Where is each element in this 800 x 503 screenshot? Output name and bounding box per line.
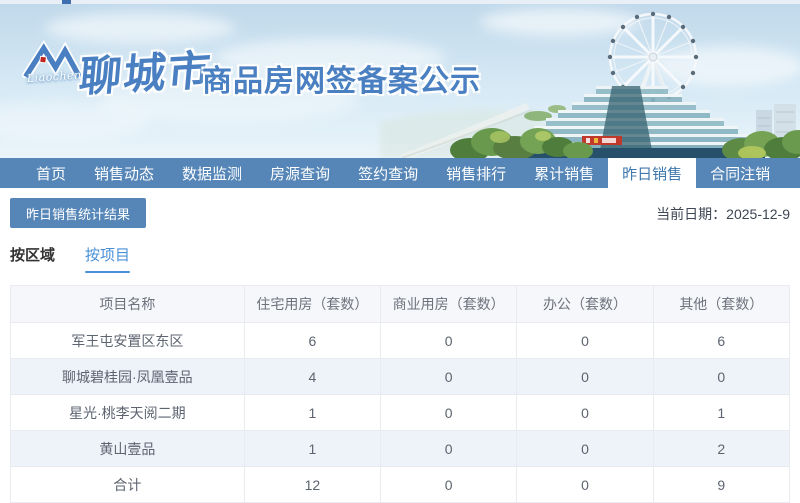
project-name-cell: 军王屯安置区东区	[10, 322, 245, 359]
view-tabs: 按区域 按项目	[0, 244, 800, 273]
other-cell: 0	[652, 358, 791, 395]
site-banner: Liaocheng 聊城市 商品房网签备案公示	[0, 0, 800, 158]
col-header-office: 办公（套数）	[516, 285, 654, 323]
table-header-row: 项目名称 住宅用房（套数） 商业用房（套数） 办公（套数） 其他（套数）	[10, 285, 791, 323]
nav-item-sales-ranking[interactable]: 销售排行	[432, 158, 520, 188]
page-title: 商品房网签备案公示	[202, 65, 481, 98]
nav-item-cumulative-sales[interactable]: 累计销售	[520, 158, 608, 188]
office-cell: 0	[516, 430, 654, 467]
nav-item-data-monitor[interactable]: 数据监测	[168, 158, 256, 188]
top-edge-mark	[62, 0, 71, 4]
current-date-value: 2025-12-9	[726, 206, 790, 222]
commercial-cell: 0	[380, 322, 518, 359]
table-row: 黄山壹品 1 0 0 2	[10, 430, 791, 467]
office-total-cell: 0	[516, 466, 654, 503]
office-cell: 0	[516, 358, 654, 395]
commercial-cell: 0	[380, 394, 518, 431]
current-date: 当前日期：2025-12-9	[656, 204, 790, 224]
nav-item-yesterday-sales[interactable]: 昨日销售	[608, 158, 697, 188]
table-row: 星光·桃李天阅二期 1 0 0 1	[10, 394, 791, 431]
nav-item-contract-search[interactable]: 签约查询	[344, 158, 432, 188]
nav-item-home[interactable]: 首页	[22, 158, 80, 188]
sales-table-container: 项目名称 住宅用房（套数） 商业用房（套数） 办公（套数） 其他（套数） 军王屯…	[10, 285, 791, 503]
yesterday-sales-stats-button[interactable]: 昨日销售统计结果	[10, 198, 147, 228]
residential-cell: 1	[243, 394, 382, 431]
nav-item-listing-search[interactable]: 房源查询	[256, 158, 344, 188]
col-header-project-name: 项目名称	[10, 285, 245, 323]
tab-by-project[interactable]: 按项目	[85, 244, 131, 273]
commercial-cell: 0	[380, 358, 518, 395]
office-cell: 0	[516, 322, 654, 359]
residential-cell: 4	[243, 358, 382, 395]
residential-cell: 1	[243, 430, 382, 467]
table-row: 聊城碧桂园·凤凰壹品 4 0 0 0	[10, 358, 791, 395]
office-cell: 0	[516, 394, 654, 431]
yesterday-sales-table: 项目名称 住宅用房（套数） 商业用房（套数） 办公（套数） 其他（套数） 军王屯…	[10, 285, 791, 503]
nav-item-sales-activity[interactable]: 销售动态	[80, 158, 168, 188]
total-label-cell: 合计	[10, 466, 245, 503]
current-date-label: 当前日期：	[656, 206, 727, 222]
other-cell: 2	[652, 430, 791, 467]
toolbar: 昨日销售统计结果 当前日期：2025-12-9	[0, 188, 800, 228]
residential-total-cell: 12	[243, 466, 382, 503]
commercial-cell: 0	[380, 430, 518, 467]
col-header-other: 其他（套数）	[652, 285, 791, 323]
table-total-row: 合计 12 0 0 9	[10, 466, 791, 503]
project-name-cell: 聊城碧桂园·凤凰壹品	[10, 358, 245, 395]
commercial-total-cell: 0	[380, 466, 518, 503]
other-cell: 6	[652, 322, 791, 359]
table-row: 军王屯安置区东区 6 0 0 6	[10, 322, 791, 359]
project-name-cell: 黄山壹品	[10, 430, 245, 467]
main-nav: 首页 销售动态 数据监测 房源查询 签约查询 销售排行 累计销售 昨日销售 合同…	[0, 158, 800, 188]
col-header-residential: 住宅用房（套数）	[243, 285, 382, 323]
other-cell: 1	[652, 394, 791, 431]
tab-by-region[interactable]: 按区域	[10, 244, 55, 273]
col-header-commercial: 商业用房（套数）	[380, 285, 518, 323]
project-name-cell: 星光·桃李天阅二期	[10, 394, 245, 431]
other-total-cell: 9	[652, 466, 791, 503]
top-edge-strip	[0, 0, 800, 4]
residential-cell: 6	[243, 322, 382, 359]
nav-item-contract-cancel[interactable]: 合同注销	[696, 158, 784, 188]
city-name-calligraphy: 聊城市	[77, 45, 215, 102]
